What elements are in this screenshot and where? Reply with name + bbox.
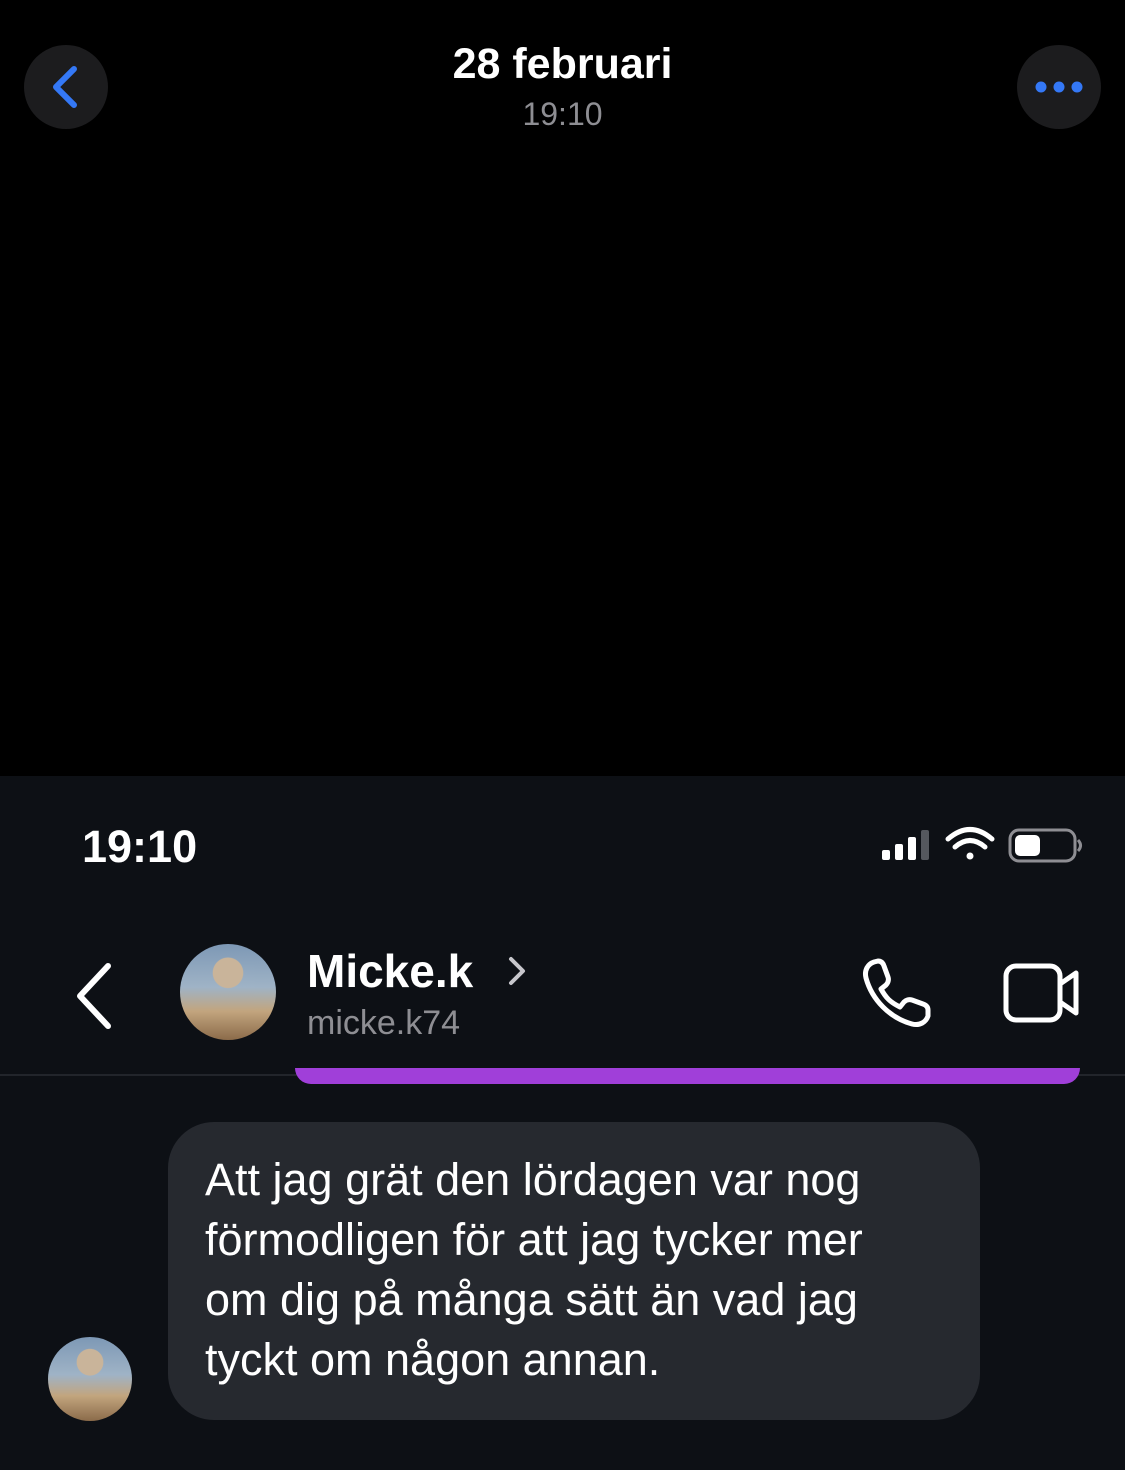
contact-name[interactable]: Micke.k xyxy=(307,944,473,998)
signal-icon xyxy=(882,830,929,860)
viewer-time: 19:10 xyxy=(522,96,603,132)
photo-viewer-header: 28 februari 19:10 xyxy=(0,0,1125,776)
wifi-icon xyxy=(945,827,995,860)
chevron-right-icon[interactable] xyxy=(505,951,529,991)
chevron-left-icon[interactable] xyxy=(70,956,124,1036)
chat-header: Micke.k micke.k74 xyxy=(0,916,1125,1075)
battery-icon xyxy=(1008,828,1082,863)
avatar[interactable] xyxy=(180,944,276,1040)
viewer-date: 28 februari xyxy=(452,40,673,88)
screenshot-content: 19:10 Micke.k micke.k74 Att jag grät den… xyxy=(0,776,1125,1470)
previous-message-bubble[interactable] xyxy=(295,1068,1080,1084)
avatar[interactable] xyxy=(48,1337,132,1421)
contact-handle: micke.k74 xyxy=(307,1004,461,1042)
status-bar-time: 19:10 xyxy=(82,821,198,872)
status-bar-icons xyxy=(882,827,1082,863)
ellipsis-icon xyxy=(1035,81,1083,93)
video-camera-icon[interactable] xyxy=(1002,960,1082,1026)
more-options-button[interactable] xyxy=(1017,45,1101,129)
phone-icon[interactable] xyxy=(860,956,934,1030)
incoming-message-bubble[interactable]: Att jag grät den lördagen var nog förmod… xyxy=(168,1122,980,1420)
